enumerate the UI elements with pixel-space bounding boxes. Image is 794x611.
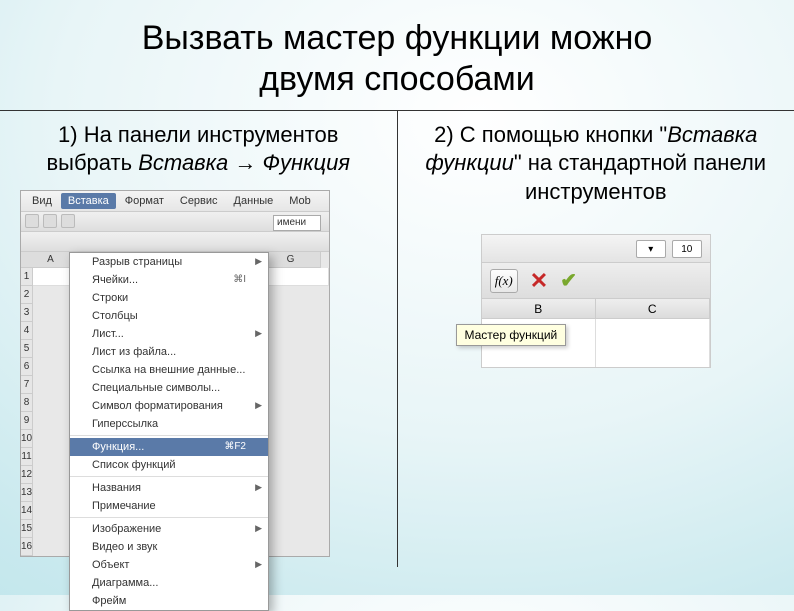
- menu-item[interactable]: Фрейм: [70, 592, 268, 610]
- toolbar-2: [21, 232, 329, 252]
- menu-insert[interactable]: Вставка: [61, 193, 116, 209]
- right-description: 2) С помощью кнопки "Вставка функции" на…: [418, 121, 775, 207]
- menu-item[interactable]: Гиперссылка: [70, 415, 268, 433]
- formula-bar: f(x) ✕ ✔: [482, 263, 710, 299]
- menu-item-function[interactable]: Функция...⌘F2: [70, 438, 268, 456]
- menu-item[interactable]: Ячейки...⌘I: [70, 271, 268, 289]
- menu-item[interactable]: Символ форматирования▶: [70, 397, 268, 415]
- menu-item[interactable]: Видео и звук: [70, 538, 268, 556]
- menu-view[interactable]: Вид: [25, 193, 59, 209]
- toolbar-button[interactable]: [25, 214, 39, 228]
- menu-item[interactable]: Специальные символы...: [70, 379, 268, 397]
- column-headers: BC: [482, 299, 710, 319]
- menu-item[interactable]: Столбцы: [70, 307, 268, 325]
- value-box[interactable]: 10: [672, 240, 702, 258]
- menu-service[interactable]: Сервис: [173, 193, 225, 209]
- dropdown[interactable]: ▾: [636, 240, 666, 258]
- name-box[interactable]: имени: [273, 215, 321, 231]
- menu-item[interactable]: Лист из файла...: [70, 343, 268, 361]
- menubar: Вид Вставка Формат Сервис Данные Mob: [21, 191, 329, 212]
- slide-title: Вызвать мастер функции можнодвумя способ…: [0, 0, 794, 110]
- accept-icon[interactable]: ✔: [560, 268, 577, 293]
- menu-item[interactable]: Объект▶: [70, 556, 268, 574]
- tooltip: Мастер функций: [456, 324, 567, 346]
- left-description: 1) На панели инструментов выбрать Вставк…: [20, 121, 377, 178]
- menu-item[interactable]: Диаграмма...: [70, 574, 268, 592]
- cancel-icon[interactable]: ✕: [530, 268, 548, 294]
- column-left: 1) На панели инструментов выбрать Вставк…: [0, 111, 398, 567]
- menu-item[interactable]: Названия▶: [70, 479, 268, 497]
- column-right: 2) С помощью кнопки "Вставка функции" на…: [398, 111, 794, 567]
- insert-dropdown: Разрыв страницы▶ Ячейки...⌘I Строки Стол…: [69, 252, 269, 611]
- toolbar-button[interactable]: [43, 214, 57, 228]
- menu-mob[interactable]: Mob: [282, 193, 317, 209]
- menu-item[interactable]: Разрыв страницы▶: [70, 253, 268, 271]
- toolbar-button[interactable]: [61, 214, 75, 228]
- menu-item[interactable]: Строки: [70, 289, 268, 307]
- menu-item[interactable]: Лист...▶: [70, 325, 268, 343]
- row-header: 1: [21, 268, 33, 286]
- app-screenshot-right: ▾ 10 f(x) ✕ ✔ BC: [481, 234, 711, 368]
- toolbar: ▾ 10: [482, 235, 710, 263]
- app-screenshot-left: Вид Вставка Формат Сервис Данные Mob име…: [20, 190, 330, 557]
- menu-format[interactable]: Формат: [118, 193, 171, 209]
- fx-button[interactable]: f(x): [490, 269, 518, 293]
- menu-item[interactable]: Примечание: [70, 497, 268, 515]
- menu-data[interactable]: Данные: [227, 193, 281, 209]
- menu-item[interactable]: Изображение▶: [70, 520, 268, 538]
- menu-item[interactable]: Список функций: [70, 456, 268, 474]
- menu-item[interactable]: Ссылка на внешние данные...: [70, 361, 268, 379]
